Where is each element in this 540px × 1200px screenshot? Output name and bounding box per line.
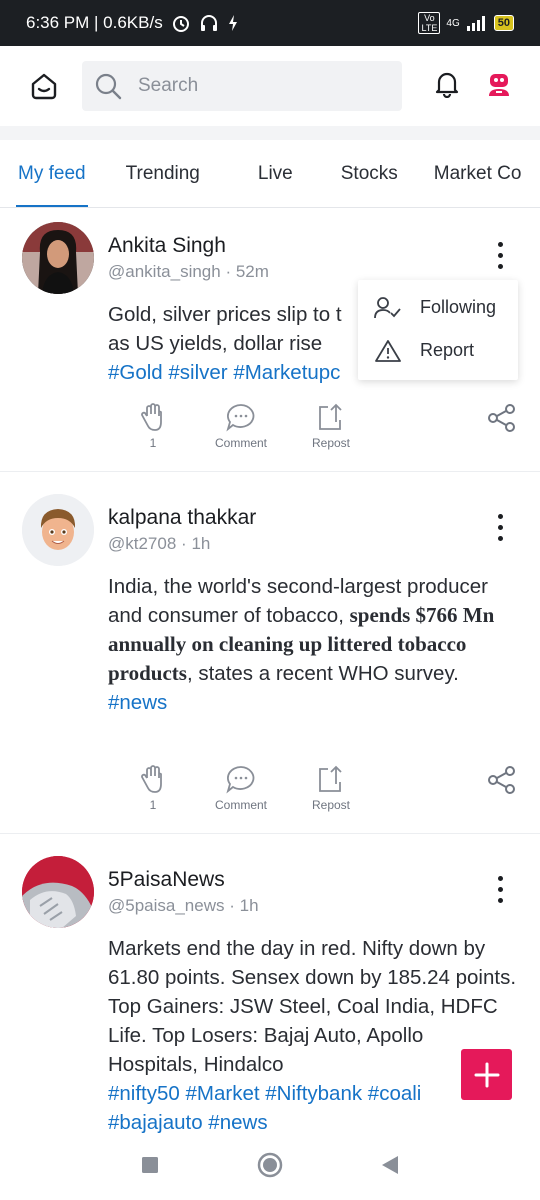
post-author[interactable]: 5PaisaNews	[108, 868, 225, 892]
user-check-icon	[374, 296, 401, 318]
clap-count: 1	[149, 798, 157, 812]
post-hashtags[interactable]: #bajajauto #news	[108, 1108, 518, 1137]
more-options-button[interactable]	[490, 876, 510, 903]
tab-stocks[interactable]: Stocks	[323, 140, 416, 207]
post-actions: 1 Comment Repost	[110, 402, 520, 462]
bot-button[interactable]	[486, 70, 512, 103]
clap-icon	[141, 765, 162, 793]
repost-button[interactable]: Repost	[286, 764, 376, 812]
triangle-back-icon	[382, 1155, 398, 1174]
post-actions: 1 Comment Repost	[110, 764, 520, 824]
comment-button[interactable]: Comment	[196, 764, 286, 812]
post-hashtags[interactable]: #nifty50 #Market #Niftybank #coali	[108, 1079, 518, 1108]
alarm-icon	[171, 13, 191, 33]
battery-icon: 50	[493, 15, 514, 31]
menu-item-label: Following	[420, 297, 497, 317]
status-bar: 6:36 PM | 0.6KB/s Vo LTE 4G 50	[0, 0, 540, 46]
comment-label: Comment	[214, 436, 267, 450]
home-nav-button[interactable]	[256, 1151, 284, 1184]
search-input[interactable]	[138, 75, 378, 97]
post-handle[interactable]: @ankita_singh	[108, 262, 221, 281]
clap-count: 1	[149, 436, 157, 450]
clap-icon	[141, 403, 162, 431]
post-body: India, the world's second-largest produc…	[108, 572, 518, 717]
share-icon	[488, 766, 515, 794]
feed-post: 5PaisaNews @5paisa_news · 1h Markets end…	[0, 834, 540, 1134]
robot-icon	[489, 73, 509, 96]
system-nav-bar	[0, 1134, 540, 1200]
post-handle[interactable]: @5paisa_news	[108, 896, 225, 915]
repost-label: Repost	[311, 436, 351, 450]
post-text: Markets end the day in red. Nifty down b…	[108, 937, 517, 1076]
volte-badge: Vo LTE	[418, 12, 441, 34]
avatar[interactable]	[22, 222, 94, 294]
post-author[interactable]: Ankita Singh	[108, 234, 226, 258]
status-time-speed: 6:36 PM | 0.6KB/s	[26, 13, 163, 32]
home-icon	[31, 73, 57, 100]
tab-my-feed[interactable]: My feed	[0, 140, 104, 207]
post-time: 1h	[239, 896, 259, 915]
post-time: 1h	[191, 534, 211, 553]
post-text: , states a recent WHO survey.	[186, 662, 459, 685]
search-bar[interactable]	[82, 61, 402, 111]
menu-item-report[interactable]: Report	[358, 329, 518, 372]
avatar[interactable]	[22, 494, 94, 566]
create-post-button[interactable]	[461, 1049, 512, 1100]
notification-button[interactable]	[434, 70, 460, 103]
post-meta: @5paisa_news · 1h	[108, 896, 259, 916]
post-meta: @ankita_singh · 52m	[108, 262, 269, 282]
charging-icon	[227, 14, 239, 32]
more-options-button[interactable]	[490, 514, 510, 541]
comment-button[interactable]: Comment	[196, 402, 286, 450]
menu-item-following[interactable]: Following	[358, 286, 518, 329]
search-icon	[95, 73, 122, 100]
back-button[interactable]	[380, 1154, 400, 1181]
meta-separator: ·	[229, 896, 240, 915]
signal-icon	[466, 15, 488, 31]
repost-label: Repost	[311, 798, 351, 812]
recents-button[interactable]	[140, 1155, 160, 1180]
post-time: 52m	[235, 262, 269, 281]
post-author[interactable]: kalpana thakkar	[108, 506, 256, 530]
app-header	[0, 46, 540, 126]
meta-separator: ·	[181, 534, 192, 553]
feed-post: kalpana thakkar @kt2708 · 1h India, the …	[0, 472, 540, 834]
comment-icon	[226, 404, 255, 432]
headset-icon	[199, 13, 219, 33]
home-button[interactable]	[28, 70, 60, 102]
clap-button[interactable]: 1	[108, 402, 198, 450]
post-handle[interactable]: @kt2708	[108, 534, 176, 553]
repost-button[interactable]: Repost	[286, 402, 376, 450]
tab-live[interactable]: Live	[218, 140, 323, 207]
post-hashtags[interactable]: #news	[108, 688, 518, 717]
tab-trending[interactable]: Trending	[104, 140, 218, 207]
comment-icon	[226, 766, 255, 794]
clap-button[interactable]: 1	[108, 764, 198, 812]
avatar[interactable]	[22, 856, 94, 928]
header-divider	[0, 126, 540, 140]
share-icon	[488, 404, 515, 432]
comment-label: Comment	[214, 798, 267, 812]
share-button[interactable]	[486, 764, 518, 801]
network-type: 4G	[446, 17, 460, 29]
post-body: Markets end the day in red. Nifty down b…	[108, 934, 518, 1137]
square-icon	[142, 1156, 158, 1173]
more-options-button[interactable]	[490, 242, 510, 269]
menu-item-label: Report	[420, 340, 475, 360]
circle-icon	[257, 1152, 283, 1177]
plus-icon	[474, 1062, 499, 1087]
share-button[interactable]	[486, 402, 518, 439]
tab-market[interactable]: Market Co	[416, 140, 540, 207]
feed-tabs: My feed Trending Live Stocks Market Co	[0, 140, 540, 208]
repost-icon	[319, 765, 342, 792]
meta-separator: ·	[225, 262, 236, 281]
bell-icon	[435, 72, 459, 98]
repost-icon	[319, 403, 342, 430]
post-options-menu: Following Report	[358, 280, 518, 380]
post-meta: @kt2708 · 1h	[108, 534, 210, 554]
warning-icon	[375, 339, 401, 362]
